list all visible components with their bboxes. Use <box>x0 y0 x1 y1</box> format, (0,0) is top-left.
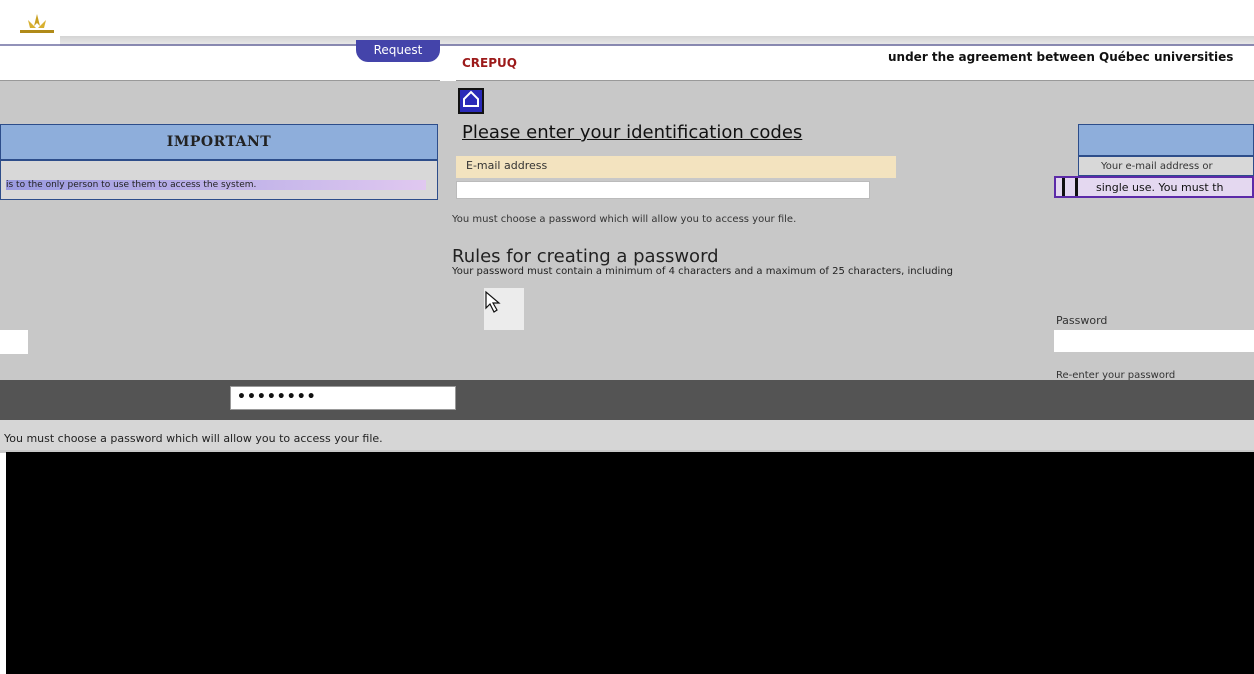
important-text: is to the only person to use them to acc… <box>6 180 426 190</box>
right-panel-text: Your e-mail address or <box>1078 156 1254 176</box>
request-button[interactable]: Request <box>356 40 440 62</box>
choose-password-text: You must choose a password which will al… <box>452 214 797 225</box>
password-field[interactable] <box>1054 330 1254 352</box>
logo-icon <box>14 10 60 36</box>
home-icon <box>462 90 480 112</box>
cursor-area <box>484 288 524 330</box>
home-button[interactable] <box>458 88 484 114</box>
password-confirm-field[interactable]: •••••••• <box>230 386 456 410</box>
header-rule <box>0 44 1254 46</box>
right-panel-heading <box>1078 124 1254 156</box>
info-text: You must choose a password which will al… <box>4 432 383 445</box>
dark-band <box>0 380 1254 420</box>
single-use-text: single use. You must th <box>1054 176 1254 198</box>
pause-icon <box>1062 178 1078 196</box>
password-label: Password <box>1056 314 1108 327</box>
input-field[interactable] <box>0 330 28 354</box>
org-name: CREPUQ <box>462 56 517 70</box>
email-label: E-mail address <box>466 159 548 172</box>
rules-text: Your password must contain a minimum of … <box>452 266 954 277</box>
important-heading: IMPORTANT <box>0 124 438 160</box>
blank-area <box>6 452 1254 674</box>
rules-title: Rules for creating a password <box>452 246 719 267</box>
reenter-password-label: Re-enter your password <box>1056 370 1176 381</box>
email-field[interactable] <box>456 181 870 199</box>
page-title: Please enter your identification codes <box>462 122 803 143</box>
agreement-text: under the agreement between Québec unive… <box>888 50 1234 64</box>
